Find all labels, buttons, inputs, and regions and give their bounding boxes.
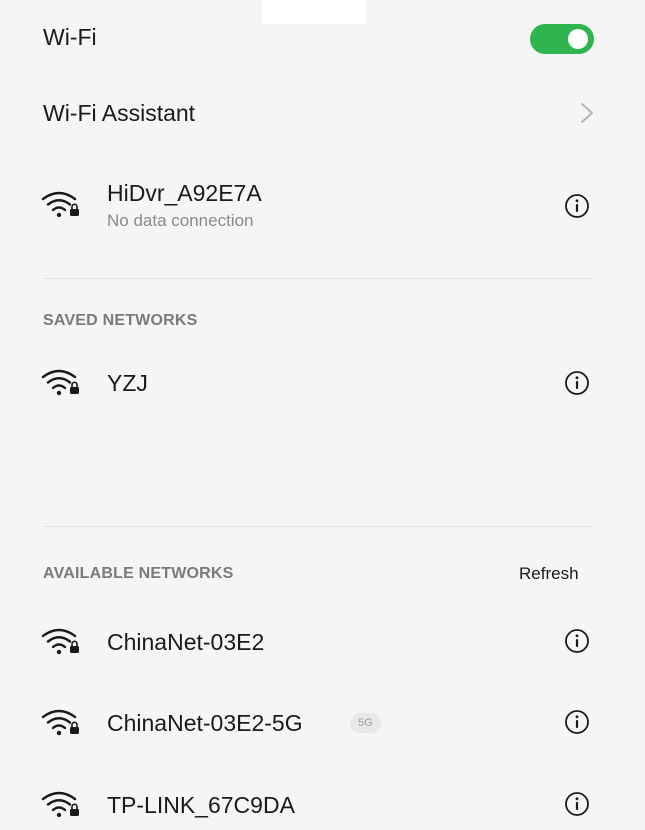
refresh-button[interactable]: Refresh xyxy=(519,564,579,584)
chevron-right-icon xyxy=(581,103,593,123)
wifi-locked-icon xyxy=(41,628,79,655)
saved-network-name: YZJ xyxy=(107,370,148,396)
wifi-label: Wi-Fi xyxy=(43,24,97,50)
status-bar-fragment xyxy=(262,0,366,24)
available-networks-header: AVAILABLE NETWORKS xyxy=(43,565,234,582)
wifi-assistant-label: Wi-Fi Assistant xyxy=(43,100,196,126)
toggle-knob xyxy=(568,29,588,49)
info-icon[interactable] xyxy=(564,709,590,735)
network-name: TP-LINK_67C9DA xyxy=(107,792,295,818)
wifi-toggle-switch[interactable] xyxy=(530,24,594,54)
network-name: ChinaNet-03E2 xyxy=(107,629,265,655)
info-icon[interactable] xyxy=(564,193,590,219)
saved-networks-header: SAVED NETWORKS xyxy=(43,312,198,329)
connected-network-name: HiDvr_A92E7A xyxy=(107,180,262,206)
band-badge-5g: 5G xyxy=(350,713,381,733)
info-icon[interactable] xyxy=(564,628,590,654)
connection-status: No data connection xyxy=(107,211,254,230)
network-name: ChinaNet-03E2-5G xyxy=(107,710,303,736)
info-icon[interactable] xyxy=(564,791,590,817)
info-icon[interactable] xyxy=(564,370,590,396)
wifi-locked-icon xyxy=(41,791,79,818)
divider xyxy=(43,526,594,527)
divider xyxy=(43,278,594,279)
wifi-locked-icon xyxy=(41,369,79,396)
wifi-locked-icon xyxy=(41,709,79,736)
wifi-locked-icon xyxy=(41,191,79,218)
